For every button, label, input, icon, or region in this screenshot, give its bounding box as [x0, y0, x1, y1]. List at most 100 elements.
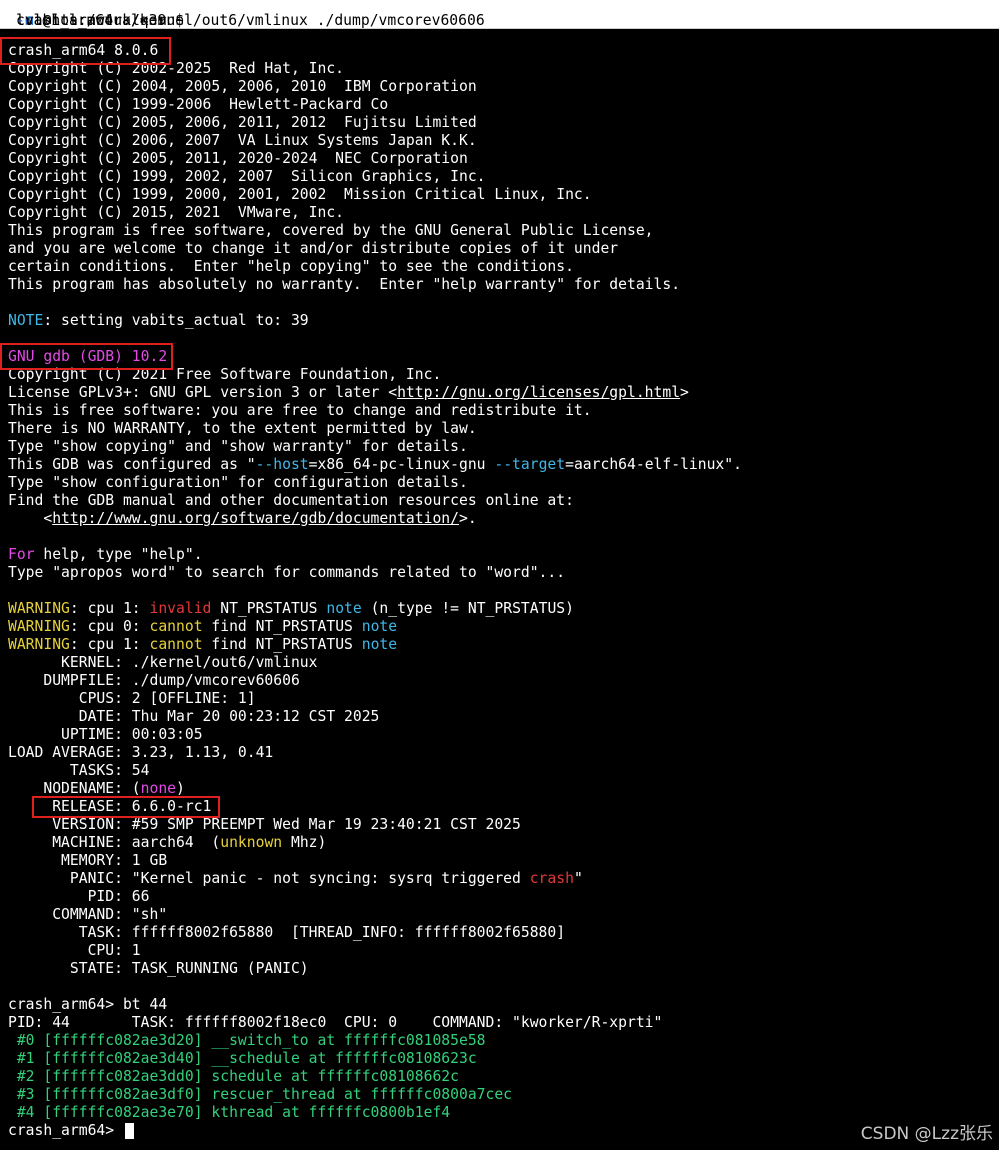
- terminal-text: and you are welcome to change it and/or …: [8, 240, 619, 257]
- terminal-line: For help, type "help".: [8, 546, 203, 564]
- terminal-text: cannot: [149, 636, 203, 653]
- terminal-line: KERNEL: ./kernel/out6/vmlinux: [8, 654, 318, 672]
- terminal-text: This program has absolutely no warranty.…: [8, 276, 681, 293]
- terminal-line: CPU: 1: [8, 942, 141, 960]
- terminal-line: #0 [ffffffc082ae3d20] __switch_to at fff…: [8, 1032, 486, 1050]
- terminal-line: #2 [ffffffc082ae3dd0] schedule at ffffff…: [8, 1068, 459, 1086]
- terminal-text: crash_arm64>: [8, 1122, 123, 1139]
- gdb-version-highlight: [0, 343, 173, 370]
- terminal-line: WARNING: cpu 1: invalid NT_PRSTATUS note…: [8, 600, 574, 618]
- terminal-line: This GDB was configured as "--host=x86_6…: [8, 456, 742, 474]
- terminal-link[interactable]: http://gnu.org/licenses/gpl.html: [397, 384, 680, 401]
- terminal-text: #1 [ffffffc082ae3d40] __schedule at ffff…: [8, 1050, 477, 1067]
- terminal-text: This is free software: you are free to c…: [8, 402, 592, 419]
- terminal-text: TASKS: 54: [8, 762, 150, 779]
- terminal-line: PID: 66: [8, 888, 150, 906]
- terminal-link[interactable]: http://www.gnu.org/software/gdb/document…: [52, 510, 459, 527]
- terminal-line: Copyright (C) 2005, 2006, 2011, 2012 Fuj…: [8, 114, 477, 132]
- terminal-line: DATE: Thu Mar 20 00:23:12 CST 2025: [8, 708, 380, 726]
- terminal-line: Copyright (C) 1999, 2002, 2007 Silicon G…: [8, 168, 486, 186]
- terminal-line: WARNING: cpu 0: cannot find NT_PRSTATUS …: [8, 618, 397, 636]
- terminal-text: License GPLv3+: GNU GPL version 3 or lat…: [8, 384, 398, 401]
- terminal-text: : cpu 1:: [69, 600, 150, 617]
- terminal-text: DATE: Thu Mar 20 00:23:12 CST 2025: [8, 708, 380, 725]
- terminal-text: For: [8, 546, 35, 563]
- terminal-text: There is NO WARRANTY, to the extent perm…: [8, 420, 477, 437]
- terminal-text: Copyright (C) 1999-2006 Hewlett-Packard …: [8, 96, 389, 113]
- terminal-text: MACHINE: aarch64 (: [8, 834, 221, 851]
- terminal-text: crash: [529, 870, 574, 887]
- terminal-text: >: [680, 384, 689, 401]
- terminal-text: ": [573, 870, 583, 887]
- terminal-text: TASK: ffffff8002f65880 [THREAD_INFO: fff…: [8, 924, 566, 941]
- terminal-text: Type "show configuration" for configurat…: [8, 474, 468, 491]
- terminal-title-bar: lol@lol:/work/qemu$ crash_arm64 ./kernel…: [0, 0, 999, 29]
- release-highlight: [32, 796, 220, 818]
- terminal-text: VERSION: #59 SMP PREEMPT Wed Mar 19 23:4…: [8, 816, 521, 833]
- terminal-line: Copyright (C) 1999-2006 Hewlett-Packard …: [8, 96, 388, 114]
- terminal-text: LOAD AVERAGE: 3.23, 1.13, 0.41: [8, 744, 274, 761]
- terminal-line: PID: 44 TASK: ffffff8002f18ec0 CPU: 0 CO…: [8, 1014, 662, 1032]
- terminal-text: DUMPFILE: ./dump/vmcorev60606: [8, 672, 300, 689]
- terminal-text: KERNEL: ./kernel/out6/vmlinux: [8, 654, 318, 671]
- terminal-text: --host: [255, 456, 309, 473]
- terminal-line: LOAD AVERAGE: 3.23, 1.13, 0.41: [8, 744, 273, 762]
- terminal-line: certain conditions. Enter "help copying"…: [8, 258, 574, 276]
- terminal-output[interactable]: crash_arm64 8.0.6 Copyright (C) 2002-2025…: [0, 32, 999, 1150]
- terminal-line: MACHINE: aarch64 (unknown Mhz): [8, 834, 326, 852]
- terminal-text: help, type "help".: [34, 546, 203, 563]
- terminal-text: note: [361, 636, 398, 653]
- terminal-line: <http://www.gnu.org/software/gdb/documen…: [8, 510, 477, 528]
- terminal-line: License GPLv3+: GNU GPL version 3 or lat…: [8, 384, 689, 402]
- terminal-text: Type "apropos word" to search for comman…: [8, 564, 566, 581]
- terminal-text: CPUS: 2 [OFFLINE: 1]: [8, 690, 256, 707]
- terminal-text: UPTIME: 00:03:05: [8, 726, 203, 743]
- terminal-line: #4 [ffffffc082ae3e70] kthread at ffffffc…: [8, 1104, 450, 1122]
- watermark: CSDN @Lzz张乐: [860, 1124, 993, 1144]
- terminal-text: PID: 66: [8, 888, 150, 905]
- terminal-text: #2 [ffffffc082ae3dd0] schedule at ffffff…: [8, 1068, 459, 1085]
- terminal-text: Copyright (C) 2006, 2007 VA Linux System…: [8, 132, 477, 149]
- terminal-line: COMMAND: "sh": [8, 906, 167, 924]
- command-args: vabits_actual=39: [16, 12, 167, 29]
- terminal-line: TASKS: 54: [8, 762, 150, 780]
- terminal-text: Copyright (C) 2005, 2011, 2020-2024 NEC …: [8, 150, 468, 167]
- terminal-line: Type "show configuration" for configurat…: [8, 474, 468, 492]
- terminal-line: This program has absolutely no warranty.…: [8, 276, 680, 294]
- terminal-text: Copyright (C) 1999, 2000, 2001, 2002 Mis…: [8, 186, 592, 203]
- terminal-text: invalid: [149, 600, 212, 617]
- terminal-line: #3 [ffffffc082ae3df0] rescuer_thread at …: [8, 1086, 512, 1104]
- terminal-line: CPUS: 2 [OFFLINE: 1]: [8, 690, 256, 708]
- terminal-text: COMMAND: "sh": [8, 906, 168, 923]
- terminal-text: CPU: 1: [8, 942, 141, 959]
- terminal-line: Copyright (C) 1999, 2000, 2001, 2002 Mis…: [8, 186, 592, 204]
- terminal-text: certain conditions. Enter "help copying"…: [8, 258, 574, 275]
- terminal-text: : setting vabits_actual to: 39: [43, 312, 309, 329]
- terminal-text: crash_arm64> bt 44: [8, 996, 168, 1013]
- terminal-text: Copyright (C) 2004, 2005, 2006, 2010 IBM…: [8, 78, 477, 95]
- terminal-text: none: [140, 780, 177, 797]
- terminal-line: crash_arm64>: [8, 1122, 123, 1140]
- terminal-text: cannot: [149, 618, 203, 635]
- crash-version-highlight: [0, 37, 171, 65]
- terminal-text: WARNING: [8, 636, 70, 653]
- terminal-text: Copyright (C) 2005, 2006, 2011, 2012 Fuj…: [8, 114, 477, 131]
- terminal-text: Find the GDB manual and other documentat…: [8, 492, 574, 509]
- terminal-line: Find the GDB manual and other documentat…: [8, 492, 574, 510]
- terminal-text: =aarch64-elf-linux".: [565, 456, 742, 473]
- terminal-line: Copyright (C) 2015, 2021 VMware, Inc.: [8, 204, 344, 222]
- terminal-text: >.: [458, 510, 477, 527]
- terminal-text: find NT_PRSTATUS: [202, 618, 362, 635]
- terminal-text: Copyright (C) 2015, 2021 VMware, Inc.: [8, 204, 345, 221]
- terminal-line: Copyright (C) 2004, 2005, 2006, 2010 IBM…: [8, 78, 477, 96]
- terminal-line: There is NO WARRANTY, to the extent perm…: [8, 420, 477, 438]
- terminal-line: TASK: ffffff8002f65880 [THREAD_INFO: fff…: [8, 924, 565, 942]
- terminal-line: STATE: TASK_RUNNING (PANIC): [8, 960, 309, 978]
- terminal-text: (n_type != NT_PRSTATUS): [361, 600, 574, 617]
- terminal-text: note: [326, 600, 362, 617]
- terminal-text: STATE: TASK_RUNNING (PANIC): [8, 960, 309, 977]
- terminal-text: #4 [ffffffc082ae3e70] kthread at ffffffc…: [8, 1104, 451, 1121]
- terminal-text: ): [176, 780, 185, 797]
- terminal-text: WARNING: [8, 618, 70, 635]
- terminal-line: NOTE: setting vabits_actual to: 39: [8, 312, 309, 330]
